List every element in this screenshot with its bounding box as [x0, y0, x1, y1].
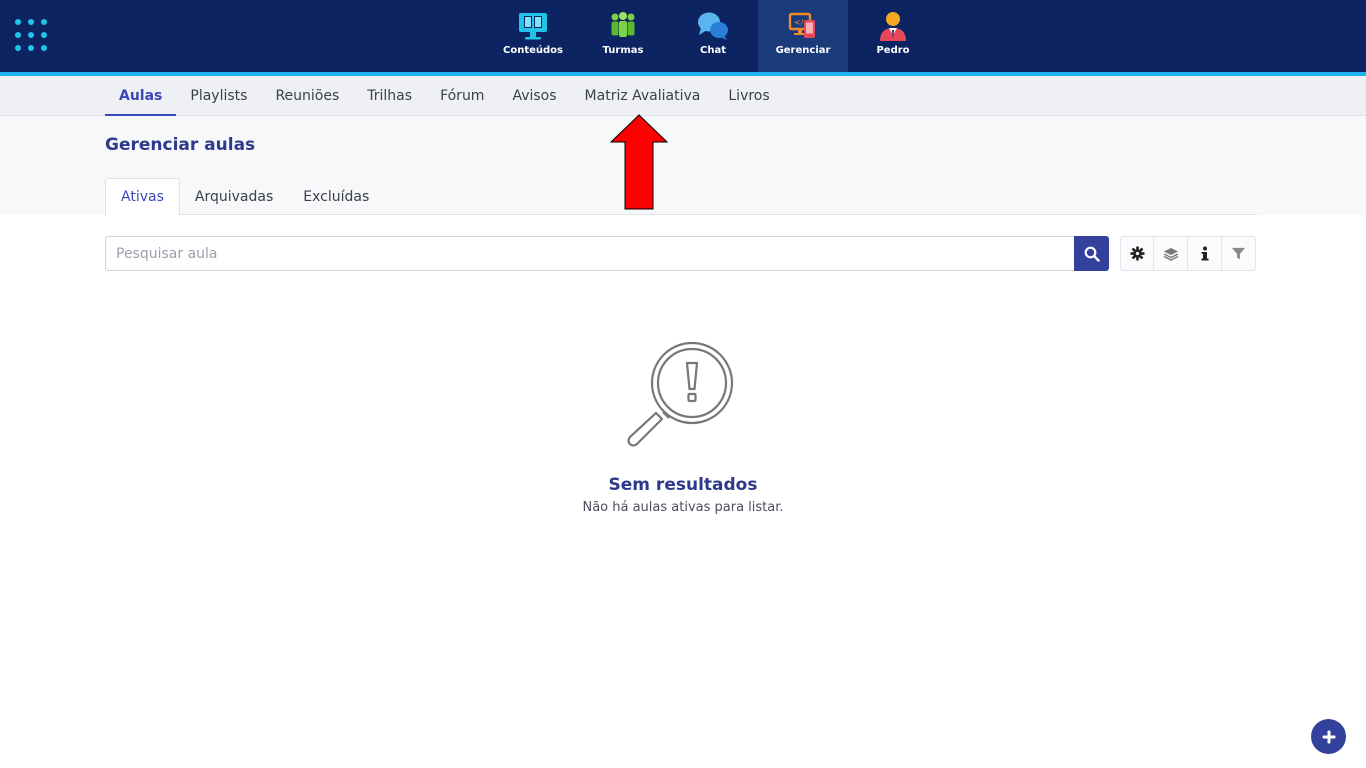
main-nav-conteudos[interactable]: Conteúdos: [488, 0, 578, 72]
top-navigation-bar: Conteúdos Turmas Chat </ Gerenciar Pedro: [0, 0, 1366, 72]
subnav-item-reunioes[interactable]: Reuniões: [261, 76, 353, 116]
settings-button[interactable]: [1120, 236, 1154, 271]
subnav-item-aulas[interactable]: Aulas: [105, 76, 177, 116]
empty-state-message: Não há aulas ativas para listar.: [582, 500, 784, 515]
tab-arquivadas[interactable]: Arquivadas: [180, 178, 288, 215]
status-tabs: Ativas Arquivadas Excluídas: [105, 178, 1257, 216]
sub-navigation: Aulas Playlists Reuniões Trilhas Fórum A…: [0, 76, 1366, 116]
search-input[interactable]: [105, 236, 1075, 271]
subnav-item-avisos[interactable]: Avisos: [498, 76, 570, 116]
add-lesson-button[interactable]: [1311, 719, 1346, 754]
svg-text:</: </: [794, 18, 804, 27]
info-icon: [1201, 246, 1208, 260]
gear-icon: [1129, 246, 1145, 261]
layers-icon: [1163, 247, 1178, 261]
filter-button[interactable]: [1222, 236, 1256, 271]
subnav-item-forum[interactable]: Fórum: [426, 76, 498, 116]
page-title: Gerenciar aulas: [105, 135, 256, 155]
chat-bubbles-icon: [698, 12, 728, 40]
main-nav-turmas[interactable]: Turmas: [578, 0, 668, 72]
main-nav-label: Turmas: [602, 45, 644, 56]
filter-icon: [1231, 247, 1246, 260]
people-group-icon: [611, 12, 635, 37]
plus-icon: [1322, 730, 1335, 743]
toolbar-actions: [1120, 236, 1256, 271]
page-header: Gerenciar aulas Ativas Arquivadas Excluí…: [0, 116, 1366, 216]
info-button[interactable]: [1188, 236, 1222, 271]
subnav-item-trilhas[interactable]: Trilhas: [353, 76, 426, 116]
layers-button[interactable]: [1154, 236, 1188, 271]
main-nav-label: Chat: [700, 45, 726, 56]
main-nav-gerenciar[interactable]: </ Gerenciar: [758, 0, 848, 72]
no-results-magnifier-icon: [627, 341, 734, 447]
tab-ativas[interactable]: Ativas: [105, 178, 180, 216]
search-button[interactable]: [1074, 236, 1109, 271]
main-nav-profile[interactable]: Pedro: [848, 0, 938, 72]
main-nav-label: Gerenciar: [775, 45, 831, 56]
main-nav-label: Conteúdos: [503, 45, 563, 56]
user-avatar-icon: [880, 12, 906, 41]
annotation-arrow-icon: [610, 114, 668, 210]
subnav-item-matriz-avaliativa[interactable]: Matriz Avaliativa: [571, 76, 715, 116]
apps-grid-icon[interactable]: [15, 19, 51, 53]
subnav-item-livros[interactable]: Livros: [714, 76, 783, 116]
monitor-book-icon: [519, 13, 547, 40]
manage-devices-icon: </: [788, 12, 815, 38]
main-nav-label: Pedro: [876, 45, 910, 56]
main-nav: Conteúdos Turmas Chat </ Gerenciar Pedro: [488, 0, 938, 72]
main-nav-chat[interactable]: Chat: [668, 0, 758, 72]
tab-excluidas[interactable]: Excluídas: [288, 178, 384, 215]
empty-state-title: Sem resultados: [608, 475, 758, 495]
search-icon: [1084, 246, 1100, 262]
subnav-item-playlists[interactable]: Playlists: [176, 76, 261, 116]
